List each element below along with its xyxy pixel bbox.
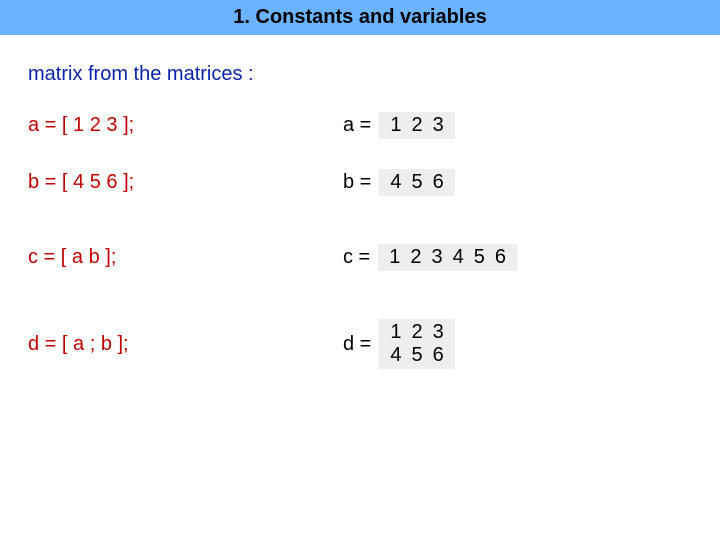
code-snippet: a = [ 1 2 3 ]; <box>28 114 343 137</box>
result-label: a = <box>343 114 371 137</box>
matrix-display: 123456 <box>378 244 517 271</box>
code-snippet: d = [ a ; b ]; <box>28 333 343 356</box>
code-snippet: c = [ a b ]; <box>28 246 343 269</box>
example-row: d = [ a ; b ]; d = 123456 <box>28 319 720 369</box>
matrix-display: 123 <box>379 112 454 139</box>
code-snippet: b = [ 4 5 6 ]; <box>28 171 343 194</box>
example-row: a = [ 1 2 3 ]; a = 123 <box>28 112 720 139</box>
page-title: 1. Constants and variables <box>233 6 486 28</box>
matrix-display: 456 <box>379 169 454 196</box>
subtitle: matrix from the matrices : <box>28 63 720 86</box>
example-row: b = [ 4 5 6 ]; b = 456 <box>28 169 720 196</box>
result: d = 123456 <box>343 319 455 369</box>
result-label: b = <box>343 171 371 194</box>
title-bar: 1. Constants and variables <box>0 0 720 35</box>
example-row: c = [ a b ]; c = 123456 <box>28 244 720 271</box>
result: a = 123 <box>343 112 455 139</box>
matrix-display: 123456 <box>379 319 454 369</box>
content-area: matrix from the matrices : a = [ 1 2 3 ]… <box>0 35 720 369</box>
result-label: d = <box>343 333 371 356</box>
result: b = 456 <box>343 169 455 196</box>
result-label: c = <box>343 246 370 269</box>
result: c = 123456 <box>343 244 517 271</box>
